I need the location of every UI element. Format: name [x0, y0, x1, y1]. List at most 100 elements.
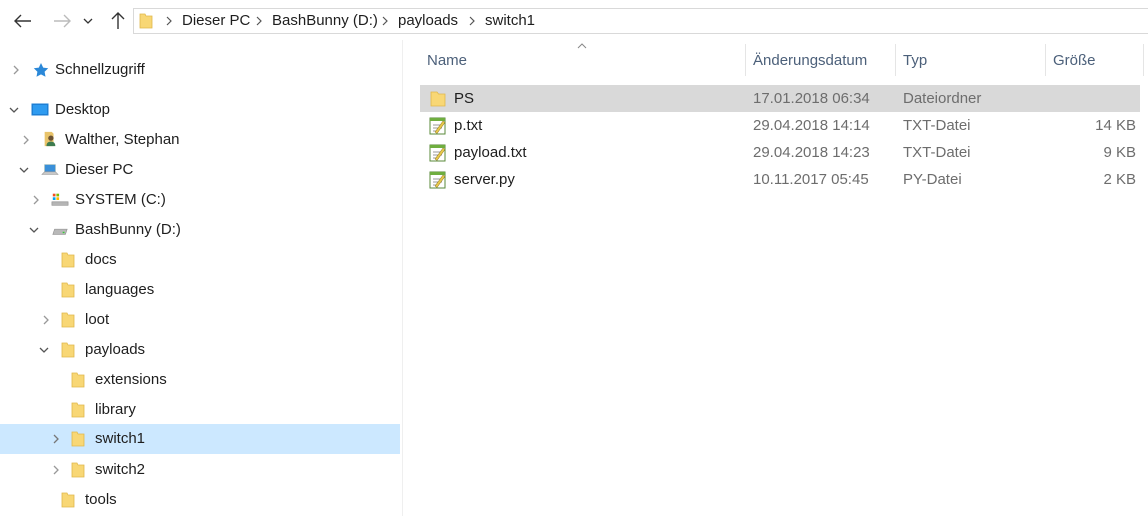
text-file-icon	[429, 171, 446, 189]
chevron-right-icon[interactable]	[49, 432, 63, 446]
chevron-right-icon	[256, 16, 262, 26]
column-divider[interactable]	[1045, 44, 1046, 76]
tree-item-label: Desktop	[55, 101, 111, 118]
file-size: 14 KB	[1095, 117, 1136, 134]
tree-item-label: loot	[85, 311, 110, 328]
folder-icon	[61, 492, 75, 508]
chevron-right-icon[interactable]	[29, 193, 43, 207]
tree-item-desktop[interactable]: Desktop	[0, 95, 400, 125]
chevron-down-icon[interactable]	[37, 343, 51, 357]
chevron-right-icon[interactable]	[9, 63, 23, 77]
breadcrumb-item[interactable]: payloads	[398, 12, 458, 29]
tree-item-label: Walther, Stephan	[65, 131, 180, 148]
file-row-payload-txt[interactable]: payload.txt 29.04.2018 14:23 TXT-Datei 9…	[420, 139, 1140, 166]
file-size: 9 KB	[1103, 144, 1136, 161]
folder-icon	[61, 282, 75, 298]
tree-item-label: switch2	[95, 461, 146, 478]
column-header-date[interactable]: Änderungsdatum	[753, 52, 867, 69]
chevron-right-icon	[469, 16, 475, 26]
column-divider[interactable]	[1143, 44, 1144, 76]
tree-item-label: languages	[85, 281, 155, 298]
tree-item-label: Dieser PC	[65, 161, 134, 178]
column-divider[interactable]	[895, 44, 896, 76]
tree-item-label: Schnellzugriff	[55, 61, 145, 78]
arrow-up-icon	[111, 12, 125, 29]
chevron-right-icon	[382, 16, 388, 26]
up-button[interactable]	[106, 9, 130, 33]
chevron-right-icon[interactable]	[39, 313, 53, 327]
tree-item-schnellzugriff[interactable]: Schnellzugriff	[0, 55, 400, 85]
sort-ascending-icon	[577, 43, 587, 49]
file-type: TXT-Datei	[903, 144, 971, 161]
chevron-down-icon[interactable]	[17, 163, 31, 177]
desktop-icon	[31, 103, 49, 116]
folder-icon	[61, 312, 75, 328]
file-row-ps[interactable]: PS 17.01.2018 06:34 Dateiordner	[420, 85, 1140, 112]
star-icon	[33, 63, 49, 77]
file-name: payload.txt	[454, 144, 527, 161]
file-date: 17.01.2018 06:34	[753, 90, 870, 107]
tree-item-label: BashBunny (D:)	[75, 221, 181, 238]
tree-item-label: docs	[85, 251, 117, 268]
tree-item-label: SYSTEM (C:)	[75, 191, 166, 208]
tree-item-user[interactable]: Walther, Stephan	[0, 125, 400, 155]
tree-item-extensions[interactable]: extensions	[0, 365, 400, 395]
folder-icon	[61, 342, 75, 358]
computer-icon	[41, 164, 59, 175]
system-drive-icon	[51, 193, 69, 206]
tree-item-library[interactable]: library	[0, 395, 400, 425]
tree-item-label: payloads	[85, 341, 146, 358]
tree-item-tools[interactable]: tools	[0, 485, 400, 515]
folder-icon	[71, 431, 85, 447]
chevron-down-icon[interactable]	[7, 103, 21, 117]
folder-icon	[71, 462, 85, 478]
column-header-name[interactable]: Name	[427, 52, 467, 69]
folder-icon	[430, 91, 446, 107]
tree-item-loot[interactable]: loot	[0, 305, 400, 335]
recent-locations-button[interactable]	[80, 9, 96, 33]
chevron-right-icon[interactable]	[19, 133, 33, 147]
breadcrumb-item[interactable]: switch1	[485, 12, 535, 29]
arrow-left-icon	[14, 14, 31, 28]
tree-item-dieser-pc[interactable]: Dieser PC	[0, 155, 400, 185]
file-type: TXT-Datei	[903, 117, 971, 134]
file-size: 2 KB	[1103, 171, 1136, 188]
folder-icon	[71, 402, 85, 418]
column-header-size[interactable]: Größe	[1053, 52, 1096, 69]
file-row-p-txt[interactable]: p.txt 29.04.2018 14:14 TXT-Datei 14 KB	[420, 112, 1140, 139]
chevron-down-icon[interactable]	[27, 223, 41, 237]
file-date: 29.04.2018 14:23	[753, 144, 870, 161]
file-name: PS	[454, 90, 475, 107]
forward-button[interactable]	[50, 9, 74, 33]
breadcrumb-item[interactable]: BashBunny (D:)	[272, 12, 378, 29]
tree-item-label: library	[95, 401, 136, 418]
user-icon	[44, 131, 56, 147]
tree-item-switch1[interactable]: switch1	[0, 424, 400, 454]
file-date: 29.04.2018 14:14	[753, 117, 870, 134]
tree-item-payloads[interactable]: payloads	[0, 335, 400, 365]
tree-item-docs[interactable]: docs	[0, 245, 400, 275]
column-divider[interactable]	[745, 44, 746, 76]
chevron-down-icon	[83, 18, 93, 24]
folder-icon	[139, 13, 153, 29]
file-name: server.py	[454, 171, 515, 188]
tree-item-system-drive[interactable]: SYSTEM (C:)	[0, 185, 400, 215]
file-type: Dateiordner	[903, 90, 982, 107]
back-button[interactable]	[11, 9, 35, 33]
pane-divider[interactable]	[402, 40, 403, 516]
tree-item-switch2[interactable]: switch2	[0, 455, 400, 485]
folder-icon	[71, 372, 85, 388]
chevron-right-icon[interactable]	[49, 463, 63, 477]
arrow-right-icon	[54, 14, 71, 28]
tree-item-languages[interactable]: languages	[0, 275, 400, 305]
tree-item-label: tools	[85, 491, 117, 508]
folder-icon	[61, 252, 75, 268]
tree-item-bashbunny-drive[interactable]: BashBunny (D:)	[0, 215, 400, 245]
breadcrumb-item[interactable]: Dieser PC	[182, 12, 250, 29]
tree-item-label: switch1	[95, 430, 146, 447]
file-row-server-py[interactable]: server.py 10.11.2017 05:45 PY-Datei 2 KB	[420, 166, 1140, 193]
column-header-type[interactable]: Typ	[903, 52, 927, 69]
chevron-right-icon	[166, 16, 172, 26]
text-file-icon	[429, 144, 446, 162]
drive-icon	[52, 228, 68, 235]
